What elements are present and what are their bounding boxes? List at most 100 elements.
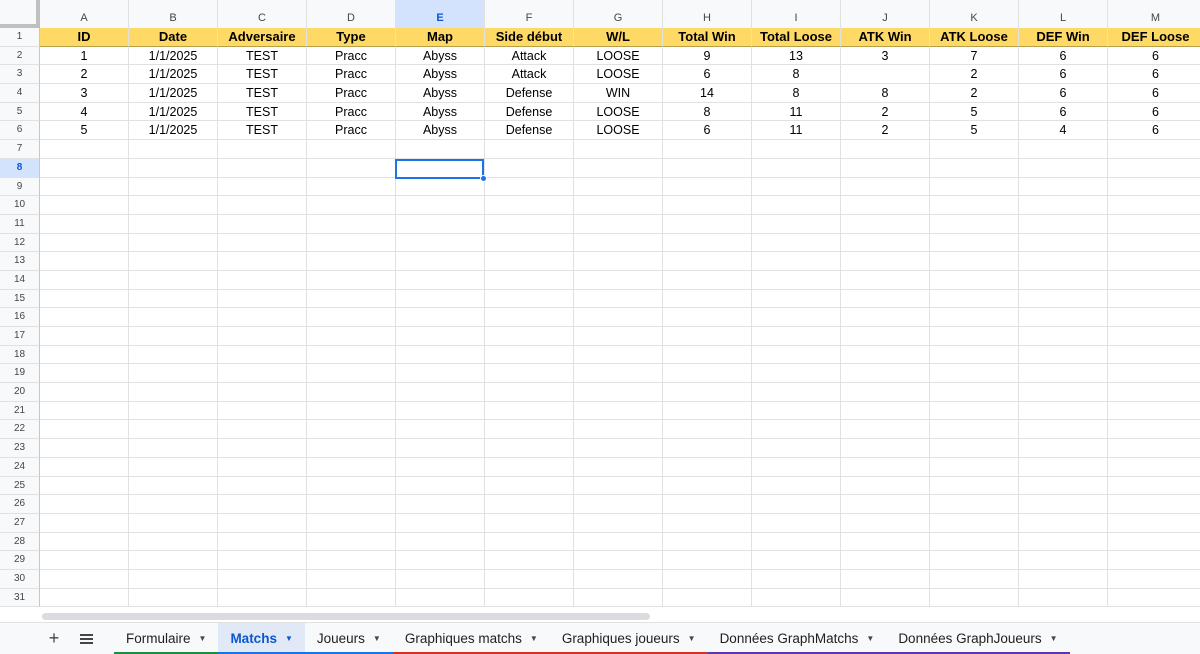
empty-cell[interactable] (663, 270, 752, 290)
sheet-tab[interactable]: Graphiques joueurs ▼ (549, 623, 708, 654)
data-cell[interactable]: 14 (663, 84, 752, 103)
header-cell[interactable]: Type (307, 28, 396, 47)
empty-cell[interactable] (129, 177, 218, 197)
row-header[interactable]: 9 (0, 177, 40, 197)
column-header[interactable]: J (841, 0, 930, 28)
empty-cell[interactable] (307, 214, 396, 234)
menu-icon[interactable] (70, 623, 102, 654)
empty-cell[interactable] (841, 270, 930, 290)
empty-cell[interactable] (40, 457, 129, 477)
empty-cell[interactable] (663, 364, 752, 384)
empty-cell[interactable] (930, 569, 1019, 589)
empty-cell[interactable] (485, 252, 574, 271)
empty-cell[interactable] (218, 420, 307, 440)
empty-cell[interactable] (930, 383, 1019, 402)
empty-cell[interactable] (129, 495, 218, 514)
empty-cell[interactable] (841, 383, 930, 402)
empty-cell[interactable] (930, 252, 1019, 271)
empty-cell[interactable] (218, 551, 307, 570)
empty-cell[interactable] (129, 551, 218, 570)
data-cell[interactable]: LOOSE (574, 46, 663, 66)
data-cell[interactable]: Abyss (396, 46, 485, 66)
empty-cell[interactable] (218, 364, 307, 384)
empty-cell[interactable] (841, 588, 930, 608)
sheet-tab[interactable]: Matchs ▼ (218, 622, 305, 654)
empty-cell[interactable] (40, 532, 129, 552)
empty-cell[interactable] (1019, 495, 1108, 514)
row-header[interactable]: 3 (0, 65, 40, 85)
empty-cell[interactable] (574, 345, 663, 365)
empty-cell[interactable] (752, 308, 841, 327)
empty-cell[interactable] (218, 327, 307, 346)
empty-cell[interactable] (129, 439, 218, 458)
empty-cell[interactable] (574, 270, 663, 290)
data-cell[interactable]: Attack (485, 46, 574, 66)
empty-cell[interactable] (396, 401, 485, 421)
column-header[interactable]: A (40, 0, 129, 28)
row-header[interactable]: 4 (0, 84, 40, 103)
chevron-down-icon[interactable]: ▼ (530, 634, 538, 643)
empty-cell[interactable] (1108, 458, 1200, 477)
empty-cell[interactable] (129, 233, 218, 253)
empty-cell[interactable] (307, 532, 396, 552)
column-header[interactable]: M (1108, 0, 1200, 28)
empty-cell[interactable] (485, 551, 574, 570)
empty-cell[interactable] (40, 233, 129, 253)
data-cell[interactable]: 9 (663, 46, 752, 66)
empty-cell[interactable] (129, 383, 218, 402)
empty-cell[interactable] (1019, 158, 1108, 178)
empty-cell[interactable] (396, 308, 485, 327)
empty-cell[interactable] (841, 532, 930, 552)
empty-cell[interactable] (129, 196, 218, 215)
empty-cell[interactable] (307, 420, 396, 440)
empty-cell[interactable] (396, 513, 485, 533)
empty-cell[interactable] (930, 233, 1019, 253)
empty-cell[interactable] (1108, 215, 1200, 234)
empty-cell[interactable] (663, 383, 752, 402)
empty-cell[interactable] (663, 327, 752, 346)
data-cell[interactable]: 3 (40, 84, 129, 103)
empty-cell[interactable] (574, 569, 663, 589)
empty-cell[interactable] (218, 308, 307, 327)
empty-cell[interactable] (930, 308, 1019, 327)
empty-cell[interactable] (1108, 140, 1200, 159)
empty-cell[interactable] (574, 233, 663, 253)
empty-cell[interactable] (574, 457, 663, 477)
empty-cell[interactable] (841, 345, 930, 365)
row-header[interactable]: 17 (0, 327, 40, 346)
column-header[interactable]: F (485, 0, 574, 28)
empty-cell[interactable] (574, 140, 663, 159)
empty-cell[interactable] (1108, 196, 1200, 215)
empty-cell[interactable] (752, 177, 841, 197)
empty-cell[interactable] (930, 158, 1019, 178)
empty-cell[interactable] (218, 569, 307, 589)
empty-cell[interactable] (129, 289, 218, 309)
empty-cell[interactable] (129, 401, 218, 421)
empty-cell[interactable] (752, 420, 841, 440)
empty-cell[interactable] (930, 196, 1019, 215)
row-header[interactable]: 6 (0, 121, 40, 141)
empty-cell[interactable] (485, 383, 574, 402)
empty-cell[interactable] (129, 345, 218, 365)
empty-cell[interactable] (1108, 420, 1200, 440)
empty-cell[interactable] (930, 439, 1019, 458)
column-header[interactable]: E (396, 0, 485, 28)
empty-cell[interactable] (40, 252, 129, 271)
empty-cell[interactable] (396, 364, 485, 384)
header-cell[interactable]: ID (40, 28, 129, 47)
plus-icon[interactable]: + (38, 623, 70, 654)
empty-cell[interactable] (841, 177, 930, 197)
empty-cell[interactable] (663, 588, 752, 608)
data-cell[interactable]: Defense (485, 84, 574, 103)
empty-cell[interactable] (40, 513, 129, 533)
empty-cell[interactable] (1108, 533, 1200, 552)
row-header[interactable]: 5 (0, 102, 40, 122)
empty-cell[interactable] (218, 439, 307, 458)
data-cell[interactable]: 8 (752, 65, 841, 85)
empty-cell[interactable] (930, 401, 1019, 421)
empty-cell[interactable] (307, 177, 396, 197)
empty-cell[interactable] (396, 177, 485, 197)
data-cell[interactable]: TEST (218, 102, 307, 122)
chevron-down-icon[interactable]: ▼ (688, 634, 696, 643)
data-cell[interactable]: Defense (485, 121, 574, 141)
